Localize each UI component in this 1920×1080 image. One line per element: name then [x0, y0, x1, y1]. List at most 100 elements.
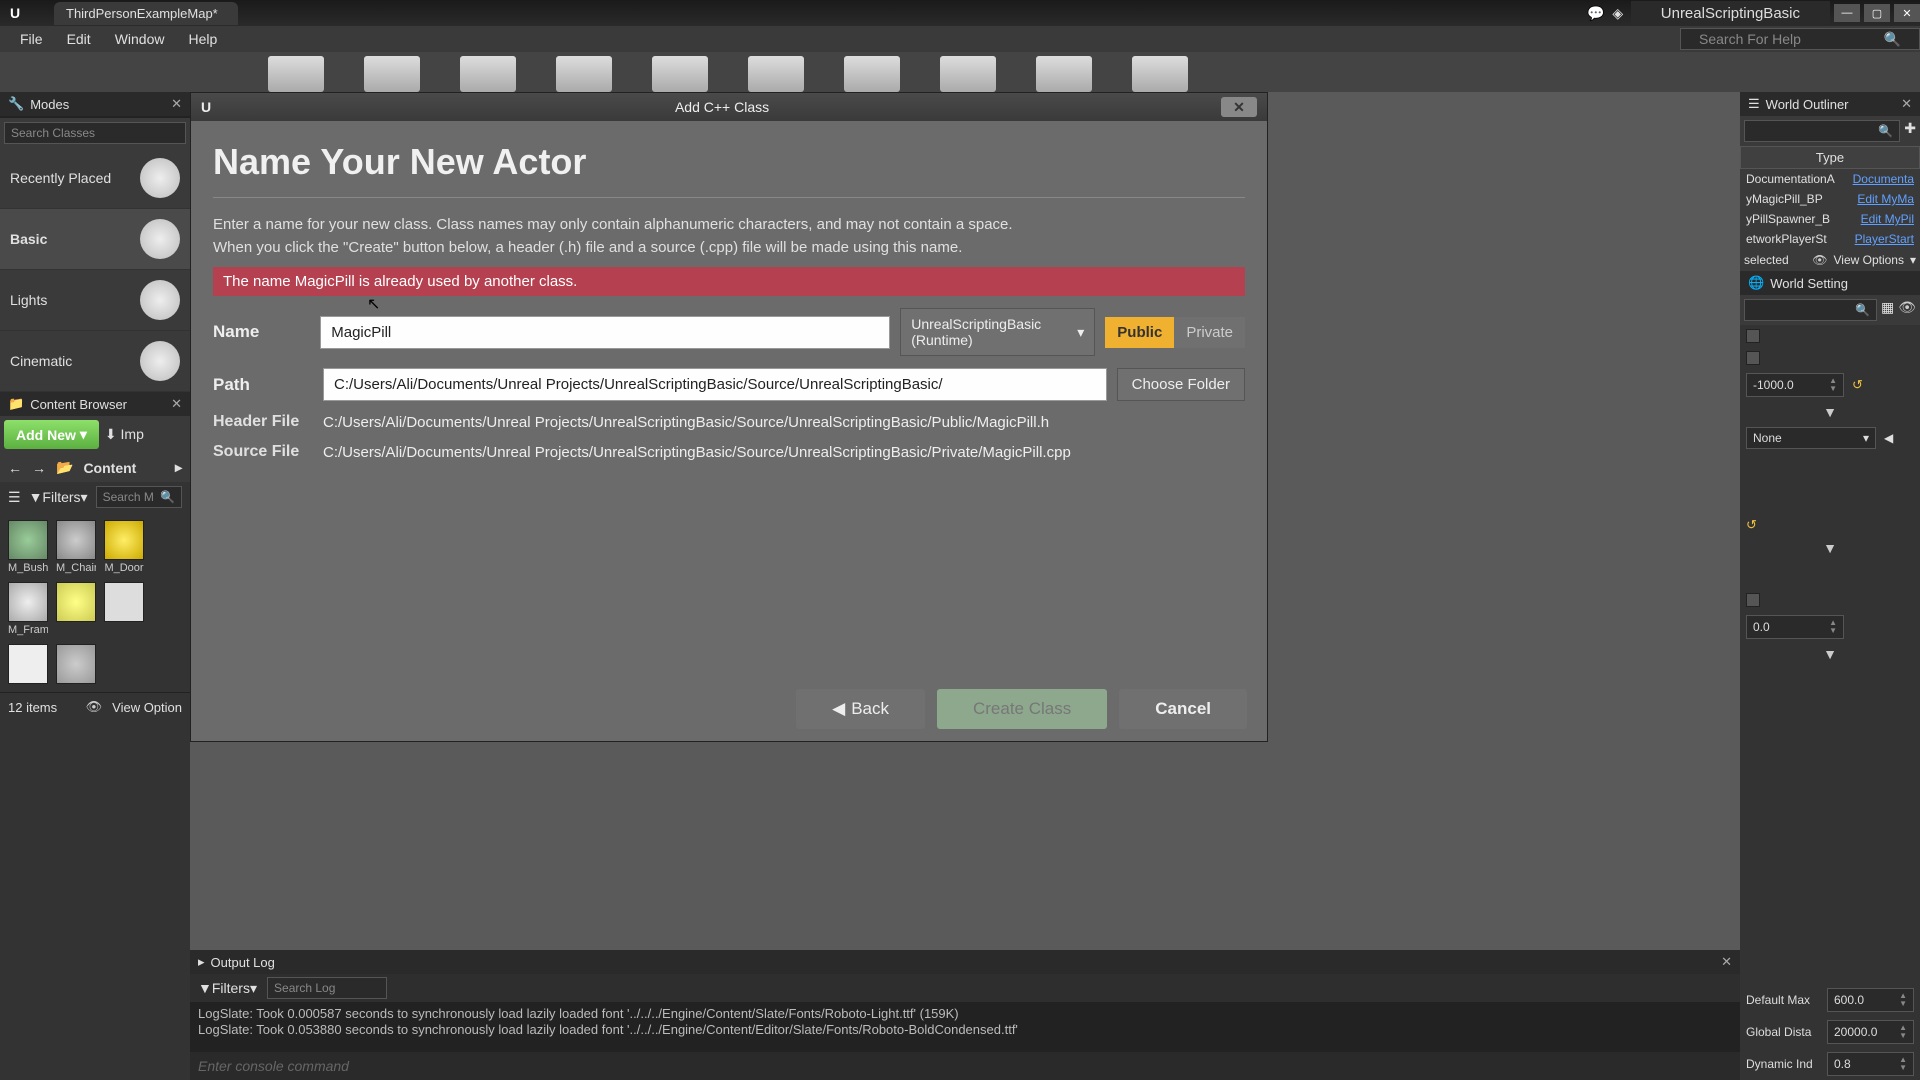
view-options-button[interactable]: View Options: [1833, 253, 1903, 267]
create-class-button[interactable]: Create Class: [937, 689, 1107, 729]
search-classes-input[interactable]: Search Classes: [4, 122, 186, 144]
dialog-description: When you click the "Create" button below…: [213, 237, 1245, 260]
level-tab[interactable]: ThirdPersonExampleMap*: [54, 2, 238, 25]
section-collapse-icon[interactable]: ▼: [1740, 537, 1920, 559]
name-label: Name: [213, 322, 310, 342]
placer-cinematic[interactable]: Cinematic: [0, 331, 190, 392]
numeric-input[interactable]: -1000.0▲▼: [1746, 373, 1844, 397]
eye-icon[interactable]: 👁: [1812, 253, 1827, 267]
checkbox[interactable]: [1746, 329, 1760, 343]
private-button[interactable]: Private: [1174, 317, 1245, 348]
cancel-button[interactable]: Cancel: [1119, 689, 1247, 729]
asset-thumb[interactable]: [8, 582, 48, 622]
error-banner: The name MagicPill is already used by an…: [213, 267, 1245, 296]
close-icon[interactable]: ✕: [1901, 96, 1912, 112]
outliner-row[interactable]: etworkPlayerStPlayerStart: [1740, 229, 1920, 249]
close-icon[interactable]: ✕: [171, 96, 182, 112]
dropdown-input[interactable]: None▾: [1746, 427, 1876, 449]
checkbox[interactable]: [1746, 351, 1760, 365]
chat-icon[interactable]: 💬: [1587, 4, 1605, 22]
placer-lights[interactable]: Lights: [0, 270, 190, 331]
log-filters-dropdown[interactable]: ▼Filters▾: [198, 980, 257, 997]
menu-edit[interactable]: Edit: [55, 27, 103, 51]
type-column-header[interactable]: Type: [1740, 146, 1920, 169]
reset-arrow-icon[interactable]: ↺: [1746, 517, 1757, 533]
view-options-icon[interactable]: 👁: [86, 699, 103, 715]
public-button[interactable]: Public: [1105, 317, 1174, 348]
toolbar-marketplace-icon[interactable]: [556, 56, 612, 92]
filters-menu[interactable]: ☰: [8, 489, 21, 506]
search-assets-input[interactable]: Search M🔍: [96, 486, 182, 508]
outliner-row[interactable]: yMagicPill_BPEdit MyMa: [1740, 189, 1920, 209]
back-arrow-icon[interactable]: ←: [8, 460, 22, 476]
content-path-bar[interactable]: ← → 📂 Content ▸: [0, 453, 190, 482]
log-icon: ▸: [198, 954, 205, 970]
asset-thumb[interactable]: [104, 520, 144, 560]
asset-thumb[interactable]: [8, 520, 48, 560]
details-search-input[interactable]: 🔍: [1744, 299, 1877, 321]
choose-folder-button[interactable]: Choose Folder: [1117, 368, 1245, 401]
edit-link[interactable]: Edit MyMa: [1857, 192, 1914, 206]
eye-icon[interactable]: 👁: [1898, 299, 1916, 321]
toolbar-content-icon[interactable]: [460, 56, 516, 92]
menu-help[interactable]: Help: [176, 27, 229, 51]
numeric-input[interactable]: 0.8▲▼: [1827, 1052, 1914, 1076]
filters-dropdown[interactable]: ▼Filters▾: [29, 489, 88, 506]
close-icon[interactable]: ✕: [1721, 954, 1732, 970]
minimize-button[interactable]: —: [1834, 4, 1860, 22]
edit-link[interactable]: Edit MyPil: [1861, 212, 1914, 226]
console-input[interactable]: Enter console command: [190, 1052, 1740, 1080]
asset-thumb[interactable]: [8, 644, 48, 684]
toolbar-source-control-icon[interactable]: [364, 56, 420, 92]
landscape-mode-tab[interactable]: [127, 116, 190, 118]
module-dropdown[interactable]: UnrealScriptingBasic (Runtime)▾: [900, 308, 1095, 356]
toolbar-cinematics-icon[interactable]: [844, 56, 900, 92]
asset-thumb[interactable]: [56, 582, 96, 622]
asset-thumb[interactable]: [56, 520, 96, 560]
checkbox[interactable]: [1746, 593, 1760, 607]
outliner-search-input[interactable]: 🔍: [1744, 120, 1900, 142]
toolbar-blueprints-icon[interactable]: [748, 56, 804, 92]
toolbar-play-icon[interactable]: [1132, 56, 1188, 92]
toolbar-save-icon[interactable]: [268, 56, 324, 92]
search-help-input[interactable]: Search For Help🔍: [1680, 28, 1920, 50]
close-icon[interactable]: ✕: [171, 396, 182, 412]
section-collapse-icon[interactable]: ▼: [1740, 643, 1920, 665]
placer-basic[interactable]: Basic: [0, 209, 190, 270]
dialog-close-button[interactable]: ✕: [1221, 97, 1257, 117]
outliner-row[interactable]: DocumentationADocumenta: [1740, 169, 1920, 189]
placer-recently-placed[interactable]: Recently Placed: [0, 148, 190, 209]
section-collapse-icon[interactable]: ▼: [1740, 401, 1920, 423]
place-mode-tab[interactable]: [0, 116, 63, 118]
numeric-input[interactable]: 20000.0▲▼: [1827, 1020, 1914, 1044]
grid-view-icon[interactable]: ▦: [1881, 299, 1894, 321]
forward-arrow-icon[interactable]: →: [32, 460, 46, 476]
class-name-input[interactable]: [320, 316, 890, 349]
maximize-button[interactable]: ▢: [1864, 4, 1890, 22]
asset-thumb[interactable]: [56, 644, 96, 684]
back-arrow-icon: ◀: [832, 699, 845, 719]
menu-file[interactable]: File: [8, 27, 55, 51]
toolbar-build-icon[interactable]: [940, 56, 996, 92]
path-input[interactable]: [323, 368, 1107, 401]
back-button[interactable]: ◀Back: [796, 689, 925, 729]
view-options-button[interactable]: View Option: [112, 700, 182, 715]
browse-icon[interactable]: ◀: [1884, 431, 1893, 445]
toolbar-compile-icon[interactable]: [1036, 56, 1092, 92]
numeric-input[interactable]: 600.0▲▼: [1827, 988, 1914, 1012]
close-button[interactable]: ✕: [1894, 4, 1920, 22]
numeric-input[interactable]: 0.0▲▼: [1746, 615, 1844, 639]
source-control-icon[interactable]: ◈: [1609, 4, 1627, 22]
search-log-input[interactable]: Search Log: [267, 977, 387, 999]
menu-window[interactable]: Window: [103, 27, 177, 51]
paint-mode-tab[interactable]: [63, 116, 126, 118]
outliner-row[interactable]: yPillSpawner_BEdit MyPil: [1740, 209, 1920, 229]
asset-thumb[interactable]: [104, 582, 144, 622]
toolbar-settings-icon[interactable]: [652, 56, 708, 92]
reset-arrow-icon[interactable]: ↺: [1852, 377, 1863, 393]
add-actor-icon[interactable]: ✚: [1904, 120, 1916, 142]
world-settings-tab[interactable]: 🌐 World Setting: [1740, 271, 1920, 295]
selected-label: selected: [1744, 253, 1789, 267]
import-button[interactable]: ⬇ Imp: [105, 426, 144, 443]
add-new-button[interactable]: Add New ▾: [4, 420, 99, 449]
